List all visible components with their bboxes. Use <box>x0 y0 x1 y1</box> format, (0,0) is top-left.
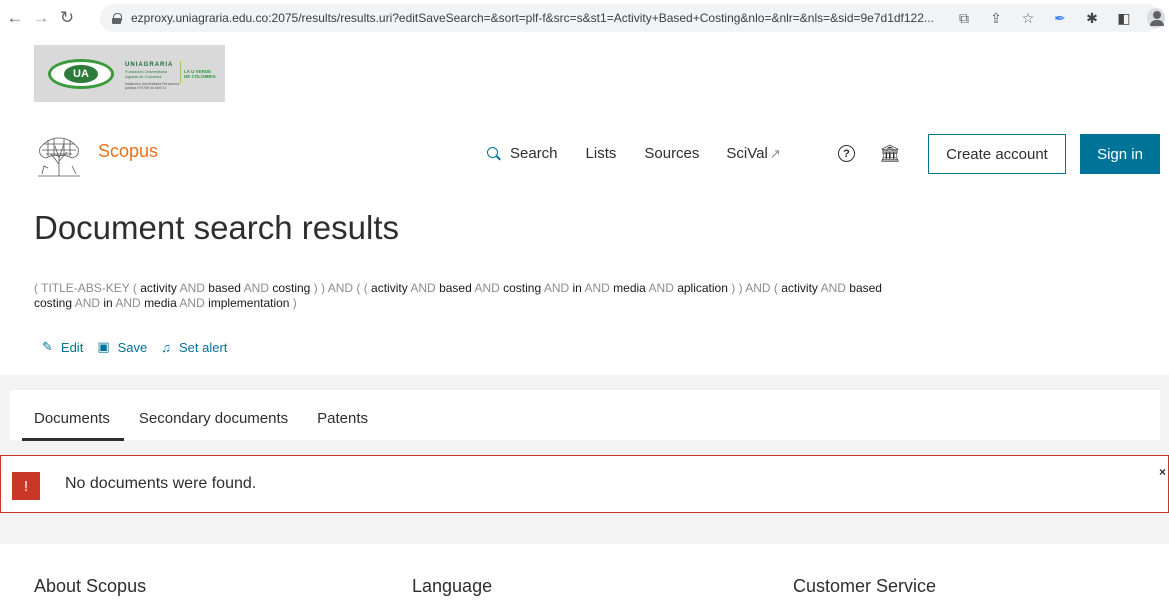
institution-banner[interactable]: UA UNIAGRARIA Fundación Universitaria Ag… <box>34 45 225 102</box>
institution-logo-text: UA <box>64 65 98 83</box>
browser-toolbar: ← → ↻ ezproxy.uniagraria.edu.co:2075/res… <box>0 0 1169 36</box>
top-navigation: Search Lists Sources SciVal ↗ <box>487 145 781 162</box>
tab-patents[interactable]: Patents <box>317 410 368 439</box>
query-syntax: ) <box>289 296 297 310</box>
query-term: based <box>849 281 882 295</box>
save-label: Save <box>117 339 148 355</box>
query-operator: AND <box>471 281 504 295</box>
reload-icon[interactable]: ↻ <box>56 7 78 29</box>
query-term: aplication <box>677 281 728 295</box>
no-results-alert: ! No documents were found. × <box>0 455 1169 513</box>
institution-icon[interactable]: 🏛 <box>879 144 901 164</box>
query-term: costing <box>34 296 73 310</box>
query-term: media <box>144 296 177 310</box>
institution-slogan: LA U VERDE DE COLOMBIA <box>184 69 216 79</box>
forward-icon[interactable]: → <box>30 7 52 29</box>
footer-language-heading: Language <box>412 576 493 596</box>
back-icon[interactable]: ← <box>4 7 26 29</box>
institution-logo: UA <box>48 59 114 89</box>
query-operator: AND <box>72 296 104 310</box>
query-term: media <box>613 281 646 295</box>
nav-search[interactable]: Search <box>487 145 558 162</box>
external-link-icon: ↗ <box>769 145 781 161</box>
query-operator: AND <box>176 281 209 295</box>
error-icon: ! <box>12 472 40 500</box>
query-term: costing <box>272 281 311 295</box>
nav-search-label: Search <box>510 145 558 162</box>
query-term: based <box>439 281 472 295</box>
query-syntax: ) ) AND ( ( <box>310 281 372 295</box>
scopus-brand[interactable]: Scopus <box>98 141 158 162</box>
query-operator: AND <box>240 281 273 295</box>
query-term: in <box>103 296 113 310</box>
set-alert-button[interactable]: ♫ Set alert <box>161 340 227 355</box>
slogan-line-2: DE COLOMBIA <box>184 74 216 79</box>
edit-button[interactable]: ✎ Edit <box>42 339 83 355</box>
query-syntax: ) ) AND ( <box>727 281 782 295</box>
query-operator: AND <box>112 296 145 310</box>
extension-pen-icon[interactable]: ✒ <box>1051 10 1069 27</box>
save-icon: ▣ <box>97 339 110 354</box>
institution-name: UNIAGRARIA <box>125 62 174 68</box>
extensions-puzzle-icon[interactable]: ✱ <box>1083 10 1101 27</box>
edit-label: Edit <box>60 339 84 355</box>
nav-lists[interactable]: Lists <box>586 145 617 162</box>
nav-lists-label: Lists <box>585 145 617 162</box>
query-syntax: ( TITLE-ABS-KEY ( <box>34 281 141 295</box>
close-icon[interactable]: × <box>1159 465 1166 479</box>
bookmark-star-icon[interactable]: ☆ <box>1019 10 1037 27</box>
nav-sources[interactable]: Sources <box>644 145 699 162</box>
query-term: implementation <box>208 296 290 310</box>
query-term: in <box>572 281 582 295</box>
query-operator: AND <box>817 281 850 295</box>
search-query: ( TITLE-ABS-KEY ( activity AND based AND… <box>34 281 1124 311</box>
tab-secondary-documents[interactable]: Secondary documents <box>139 410 288 439</box>
alert-message: No documents were found. <box>65 475 257 492</box>
save-button[interactable]: ▣ Save <box>97 339 147 355</box>
url-text[interactable]: ezproxy.uniagraria.edu.co:2075/results/r… <box>131 11 986 25</box>
nav-sources-label: Sources <box>644 145 700 162</box>
query-term: activity <box>140 281 177 295</box>
translate-icon[interactable]: ⧉ <box>955 10 973 27</box>
bell-icon: ♫ <box>161 339 171 355</box>
page-title: Document search results <box>34 209 399 246</box>
institution-subtitle: Fundación Universitaria Agraria de Colom… <box>125 69 168 79</box>
help-icon[interactable]: ? <box>838 145 855 162</box>
pencil-icon: ✎ <box>42 339 53 354</box>
share-icon[interactable]: ⇪ <box>987 10 1005 27</box>
set-alert-label: Set alert <box>179 339 228 355</box>
elsevier-tree-logo[interactable] <box>34 134 84 178</box>
tab-panel: Documents Secondary documents Patents <box>10 390 1160 441</box>
query-term: costing <box>503 281 542 295</box>
institution-fine-print: Institución Universitaria Personería jur… <box>125 82 180 90</box>
query-actions: ✎ Edit ▣ Save ♫ Set alert <box>42 339 241 355</box>
sign-in-button[interactable]: Sign in <box>1080 134 1160 174</box>
search-icon <box>487 146 501 161</box>
query-term: activity <box>371 281 408 295</box>
footer-about-heading: About Scopus <box>34 576 147 596</box>
query-operator: AND <box>176 296 209 310</box>
result-tabs: Documents Secondary documents Patents <box>22 410 397 441</box>
tab-documents[interactable]: Documents <box>22 410 124 441</box>
query-term: based <box>208 281 241 295</box>
footer-customer-service-heading: Customer Service <box>793 576 937 596</box>
nav-scival-label: SciVal <box>726 145 768 162</box>
institution-divider <box>180 61 181 83</box>
lock-icon[interactable] <box>112 12 122 24</box>
create-account-button[interactable]: Create account <box>928 134 1066 174</box>
profile-avatar-icon[interactable] <box>1147 8 1165 28</box>
query-operator: AND <box>407 281 440 295</box>
side-panel-icon[interactable]: ◧ <box>1115 10 1133 27</box>
nav-scival[interactable]: SciVal ↗ <box>726 145 780 162</box>
query-operator: AND <box>541 281 573 295</box>
query-operator: AND <box>581 281 614 295</box>
query-operator: AND <box>645 281 678 295</box>
query-term: activity <box>781 281 818 295</box>
